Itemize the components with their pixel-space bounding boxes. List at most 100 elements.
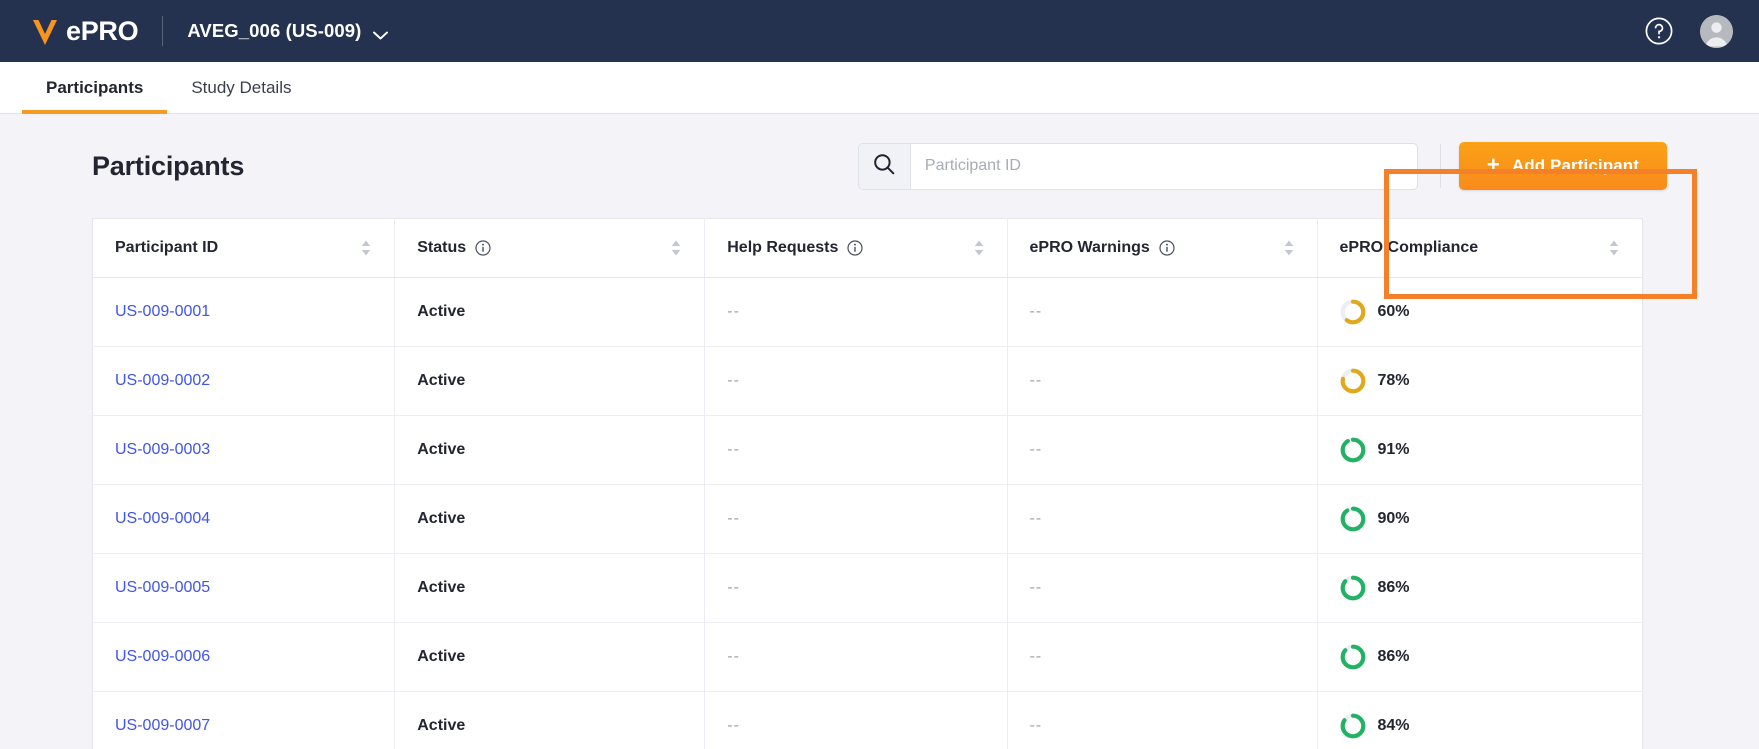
status-text: Active	[417, 648, 465, 665]
participant-id-link[interactable]: US-009-0003	[115, 441, 210, 458]
epro-warnings-value: --	[1030, 579, 1043, 596]
info-icon[interactable]	[475, 240, 491, 256]
participant-id-link[interactable]: US-009-0005	[115, 579, 210, 596]
table-row: US-009-0002 Active -- -- 78%	[93, 347, 1643, 416]
column-header-epro-compliance-label: ePRO Compliance	[1340, 239, 1479, 257]
column-header-epro-warnings-label: ePRO Warnings	[1030, 239, 1150, 257]
help-requests-value: --	[727, 579, 740, 596]
brand-logo: ePRO	[26, 12, 138, 50]
cell-epro-warnings: --	[1007, 554, 1317, 623]
info-icon[interactable]	[847, 240, 863, 256]
compliance-donut-icon	[1340, 506, 1366, 532]
epro-warnings-value: --	[1030, 717, 1043, 734]
cell-participant-id: US-009-0007	[93, 692, 395, 749]
participant-id-link[interactable]: US-009-0002	[115, 372, 210, 389]
help-requests-value: --	[727, 303, 740, 320]
participant-id-link[interactable]: US-009-0007	[115, 717, 210, 734]
participant-id-link[interactable]: US-009-0004	[115, 510, 210, 527]
study-selector[interactable]: AVEG_006 (US-009)	[187, 20, 388, 42]
status-text: Active	[417, 303, 465, 320]
cell-status: Active	[395, 485, 705, 554]
cell-epro-compliance: 91%	[1317, 416, 1643, 485]
epro-warnings-value: --	[1030, 303, 1043, 320]
top-navigation-bar: ePRO AVEG_006 (US-009)	[0, 0, 1759, 62]
primary-tab-bar: Participants Study Details	[0, 62, 1759, 114]
cell-epro-compliance: 90%	[1317, 485, 1643, 554]
compliance-value: 91%	[1378, 441, 1410, 459]
column-header-help-requests-label: Help Requests	[727, 239, 838, 257]
participants-table-body: US-009-0001 Active -- -- 60% US-009-0002 Activ…	[93, 278, 1643, 749]
veeva-v-logo-icon	[26, 12, 64, 50]
column-header-status[interactable]: Status	[395, 219, 705, 278]
search-input[interactable]	[911, 144, 1417, 189]
column-header-participant-id-label: Participant ID	[115, 239, 218, 257]
cell-epro-warnings: --	[1007, 347, 1317, 416]
tab-participants-label: Participants	[46, 78, 143, 98]
status-text: Active	[417, 579, 465, 596]
participants-table-container: Participant ID	[0, 218, 1759, 749]
chevron-down-icon	[373, 27, 388, 36]
add-participant-button[interactable]: + Add Participant	[1459, 142, 1667, 190]
compliance-donut-icon	[1340, 713, 1366, 739]
search-icon	[873, 153, 895, 180]
table-row: US-009-0003 Active -- -- 91%	[93, 416, 1643, 485]
compliance-value: 60%	[1378, 303, 1410, 321]
table-row: US-009-0007Active----84%	[93, 692, 1643, 749]
cell-status: Active	[395, 347, 705, 416]
sort-arrows-icon	[1283, 239, 1295, 257]
table-row: US-009-0001 Active -- -- 60%	[93, 278, 1643, 347]
topbar-actions	[1644, 15, 1733, 48]
add-participant-label: Add Participant	[1512, 156, 1639, 176]
cell-status: Active	[395, 554, 705, 623]
tab-study-details[interactable]: Study Details	[167, 62, 315, 113]
page-header: Participants + Add Participant	[0, 114, 1759, 218]
header-divider	[1440, 144, 1441, 188]
compliance-donut-icon	[1340, 644, 1366, 670]
compliance-donut-icon	[1340, 437, 1366, 463]
cell-help-requests: --	[705, 692, 1007, 749]
info-icon[interactable]	[1159, 240, 1175, 256]
cell-epro-warnings: --	[1007, 623, 1317, 692]
compliance-donut-icon	[1340, 299, 1366, 325]
participant-id-link[interactable]: US-009-0001	[115, 303, 210, 320]
cell-epro-warnings: --	[1007, 692, 1317, 749]
search-button[interactable]	[859, 144, 911, 189]
cell-help-requests: --	[705, 347, 1007, 416]
epro-warnings-value: --	[1030, 648, 1043, 665]
help-requests-value: --	[727, 441, 740, 458]
column-header-epro-warnings[interactable]: ePRO Warnings	[1007, 219, 1317, 278]
page-title: Participants	[92, 151, 244, 182]
user-avatar-icon[interactable]	[1700, 15, 1733, 48]
tab-participants[interactable]: Participants	[22, 62, 167, 113]
participant-id-link[interactable]: US-009-0006	[115, 648, 210, 665]
cell-epro-warnings: --	[1007, 278, 1317, 347]
epro-warnings-value: --	[1030, 372, 1043, 389]
cell-status: Active	[395, 416, 705, 485]
help-requests-value: --	[727, 648, 740, 665]
status-text: Active	[417, 717, 465, 734]
cell-participant-id: US-009-0002	[93, 347, 395, 416]
compliance-value: 86%	[1378, 648, 1410, 666]
column-header-epro-compliance[interactable]: ePRO Compliance	[1317, 219, 1643, 278]
cell-status: Active	[395, 278, 705, 347]
epro-warnings-value: --	[1030, 441, 1043, 458]
help-requests-value: --	[727, 717, 740, 734]
help-requests-value: --	[727, 372, 740, 389]
epro-warnings-value: --	[1030, 510, 1043, 527]
column-header-help-requests[interactable]: Help Requests	[705, 219, 1007, 278]
cell-participant-id: US-009-0001	[93, 278, 395, 347]
status-text: Active	[417, 510, 465, 527]
column-header-participant-id[interactable]: Participant ID	[93, 219, 395, 278]
table-header-row: Participant ID	[93, 219, 1643, 278]
sort-arrows-icon	[360, 239, 372, 257]
cell-epro-compliance: 78%	[1317, 347, 1643, 416]
page-header-actions: + Add Participant	[858, 142, 1667, 190]
participant-search	[858, 143, 1418, 190]
cell-help-requests: --	[705, 554, 1007, 623]
cell-help-requests: --	[705, 278, 1007, 347]
cell-epro-compliance: 60%	[1317, 278, 1643, 347]
table-row: US-009-0004 Active -- -- 90%	[93, 485, 1643, 554]
participants-table: Participant ID	[92, 218, 1643, 749]
help-circle-icon[interactable]	[1644, 16, 1674, 46]
help-requests-value: --	[727, 510, 740, 527]
